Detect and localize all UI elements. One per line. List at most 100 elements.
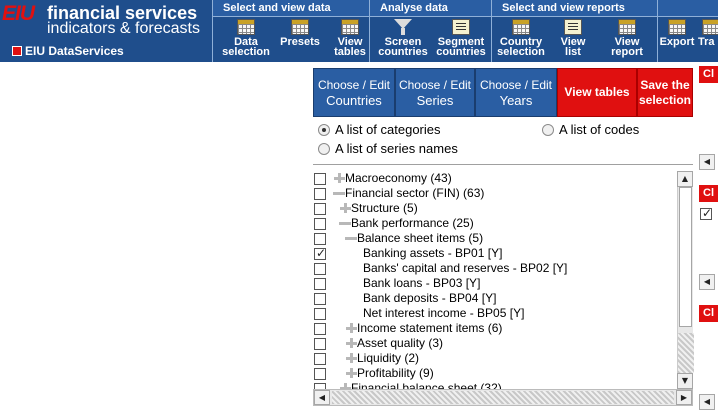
expand-plus-icon[interactable]	[339, 202, 351, 214]
collapse-minus-icon[interactable]	[345, 232, 357, 244]
country-selection-button[interactable]: Country selection	[494, 19, 548, 58]
group-title: Select and view data	[213, 0, 369, 17]
radio-button[interactable]	[542, 124, 554, 136]
expand-plus-icon[interactable]	[345, 337, 357, 349]
eiu-dataservices-link[interactable]: EIU DataServices	[12, 45, 124, 57]
segment-countries-button[interactable]: Segment countries	[434, 19, 488, 58]
tree-item-label: Liquidity (2)	[357, 351, 420, 365]
radio-categories[interactable]: A list of categories	[318, 122, 441, 138]
scroll-right-button[interactable]: ▶	[676, 390, 692, 405]
tree-item-label: Financial sector (FIN) (63)	[345, 186, 485, 200]
tree-row[interactable]: Bank loans - BP03 [Y]	[313, 276, 677, 291]
right-pane-cutoff: Cl ◀ Cl ◀ Cl ◀	[697, 62, 718, 419]
tree-row[interactable]: Profitability (9)	[313, 366, 677, 381]
save-selection-button[interactable]: Save the selection	[637, 68, 693, 117]
expand-plus-icon[interactable]	[339, 382, 351, 389]
segment-list-icon	[452, 19, 470, 35]
tree-checkbox[interactable]	[314, 293, 326, 305]
report-icon	[618, 19, 636, 35]
expand-plus-icon[interactable]	[345, 322, 357, 334]
scroll-down-button[interactable]: ▼	[677, 373, 693, 389]
radio-codes[interactable]: A list of codes	[542, 122, 639, 138]
tree-row[interactable]: Bank performance (25)	[313, 216, 677, 231]
view-report-button[interactable]: View report	[600, 19, 654, 58]
clear-button[interactable]: Cl	[699, 305, 718, 322]
tree-row[interactable]: Asset quality (3)	[313, 336, 677, 351]
tra-button[interactable]: Tra	[698, 19, 718, 48]
tree-checkbox[interactable]	[314, 173, 326, 185]
table-icon	[702, 19, 718, 35]
app-header: EIU financial services indicators & fore…	[0, 0, 718, 62]
tree-checkbox[interactable]	[314, 246, 326, 260]
scroll-left-button[interactable]: ◀	[699, 274, 715, 290]
scroll-thumb[interactable]	[679, 187, 692, 327]
group-title-empty	[658, 0, 718, 17]
tree-row[interactable]: Bank deposits - BP04 [Y]	[313, 291, 677, 306]
tree-row[interactable]: Structure (5)	[313, 201, 677, 216]
tree-checkbox[interactable]	[314, 203, 326, 215]
tree-row[interactable]: Financial sector (FIN) (63)	[313, 186, 677, 201]
tree-horizontal-scrollbar[interactable]: ◀ ▶	[313, 389, 693, 406]
tool-label: Export	[659, 36, 695, 48]
tree-checkbox[interactable]	[314, 278, 326, 290]
scroll-up-button[interactable]: ▲	[677, 171, 693, 187]
tree-item-label: Bank deposits - BP04 [Y]	[363, 291, 497, 305]
scroll-track	[332, 391, 674, 404]
tree-checkbox[interactable]	[314, 263, 326, 275]
choose-years-button[interactable]: Choose / Edit Years	[475, 68, 557, 117]
choose-series-button[interactable]: Choose / Edit Series	[395, 68, 475, 117]
scroll-left-button[interactable]: ◀	[314, 390, 330, 405]
screen-countries-button[interactable]: Screen countries	[376, 19, 430, 58]
tree-item-label: Income statement items (6)	[357, 321, 503, 335]
export-icon	[668, 19, 686, 35]
tree-row[interactable]: Net interest income - BP05 [Y]	[313, 306, 677, 321]
tree-row[interactable]: Financial balance sheet (32)	[313, 381, 677, 389]
scroll-left-button[interactable]: ◀	[699, 154, 715, 170]
logo-subtitle: indicators & forecasts	[47, 20, 200, 37]
expand-plus-icon[interactable]	[345, 352, 357, 364]
tree-item-label: Profitability (9)	[357, 366, 434, 380]
expand-plus-icon[interactable]	[333, 172, 345, 184]
radio-button[interactable]	[318, 124, 330, 136]
tool-label: report	[611, 46, 643, 58]
tree-row[interactable]: Liquidity (2)	[313, 351, 677, 366]
tree-row[interactable]: Banks' capital and reserves - BP02 [Y]	[313, 261, 677, 276]
tree-row[interactable]: Balance sheet items (5)	[313, 231, 677, 246]
group-export: Export Tra	[657, 0, 718, 62]
expand-plus-icon[interactable]	[345, 367, 357, 379]
table-icon	[237, 19, 255, 35]
tree-vertical-scrollbar[interactable]: ▲ ▼	[677, 171, 694, 389]
tree-row[interactable]: Banking assets - BP01 [Y]	[313, 246, 677, 261]
view-list-button[interactable]: View list	[546, 19, 600, 58]
tree-checkbox[interactable]	[314, 218, 326, 230]
tree-row[interactable]: Income statement items (6)	[313, 321, 677, 336]
tree-row[interactable]: Macroeconomy (43)	[313, 171, 677, 186]
radio-series-names[interactable]: A list of series names	[318, 141, 458, 157]
radio-button[interactable]	[318, 143, 330, 155]
tree-checkbox[interactable]	[314, 353, 326, 365]
clear-button[interactable]: Cl	[699, 66, 718, 83]
collapse-minus-icon[interactable]	[339, 217, 351, 229]
radio-label: A list of series names	[335, 141, 458, 156]
tree-checkbox[interactable]	[314, 338, 326, 350]
checkbox[interactable]	[700, 206, 712, 220]
tree-checkbox[interactable]	[314, 308, 326, 320]
scroll-left-button[interactable]: ◀	[699, 394, 715, 410]
logo-eiu-text: EIU	[2, 2, 35, 25]
collapse-minus-icon[interactable]	[333, 187, 345, 199]
clear-button[interactable]: Cl	[699, 185, 718, 202]
table-icon	[512, 19, 530, 35]
tree-checkbox[interactable]	[314, 323, 326, 335]
tree-item-label: Financial balance sheet (32)	[351, 381, 502, 389]
choose-countries-button[interactable]: Choose / Edit Countries	[313, 68, 395, 117]
tree-checkbox[interactable]	[314, 368, 326, 380]
tree-checkbox[interactable]	[314, 188, 326, 200]
presets-button[interactable]: Presets	[273, 19, 327, 48]
data-selection-button[interactable]: Data selection	[219, 19, 273, 58]
list-icon	[564, 19, 582, 35]
view-tables-nav-button[interactable]: View tables	[557, 68, 637, 117]
export-button[interactable]: Export	[658, 19, 700, 48]
tree-checkbox[interactable]	[314, 233, 326, 245]
nav-label: Save the	[640, 77, 690, 92]
table-icon	[291, 19, 309, 35]
